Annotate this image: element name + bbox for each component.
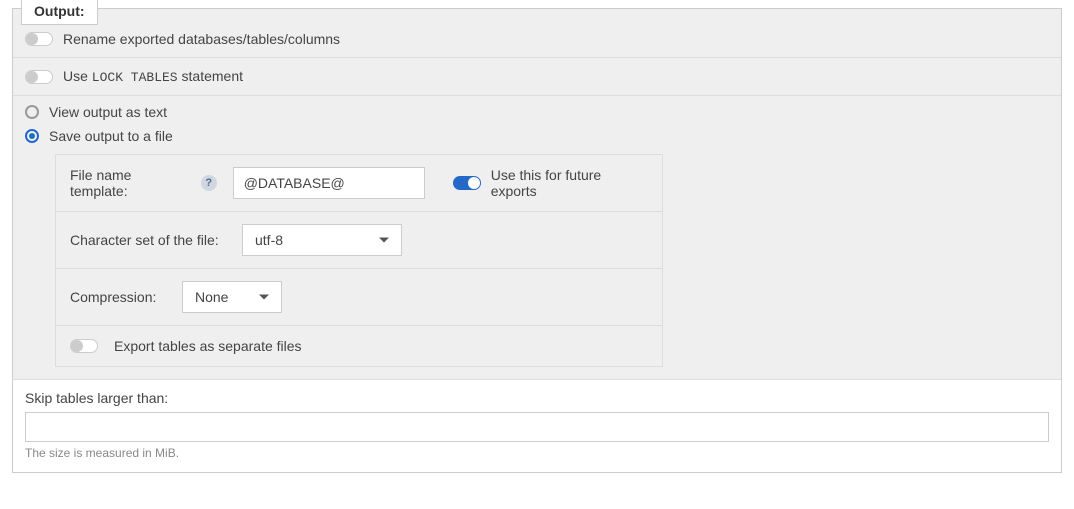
filename-template-label: File name template: bbox=[70, 167, 191, 199]
charset-select[interactable]: utf-8 bbox=[242, 224, 402, 256]
charset-label: Character set of the file: bbox=[70, 232, 226, 248]
row-filename-template: File name template: ? Use this for futur… bbox=[56, 155, 662, 211]
row-lock-tables: Use LOCK TABLES statement bbox=[13, 58, 1061, 96]
output-fieldset: Output: Rename exported databases/tables… bbox=[12, 8, 1062, 473]
future-exports-label: Use this for future exports bbox=[491, 167, 648, 199]
skip-size-input[interactable] bbox=[25, 412, 1049, 442]
skip-hint: The size is measured in MiB. bbox=[25, 446, 1049, 460]
save-to-file-label: Save output to a file bbox=[49, 128, 173, 144]
filename-template-input[interactable] bbox=[233, 167, 425, 199]
skip-section: Skip tables larger than: The size is mea… bbox=[13, 379, 1061, 472]
row-compression: Compression: None bbox=[56, 268, 662, 325]
lock-tables-label: Use LOCK TABLES statement bbox=[63, 68, 243, 85]
fieldset-legend: Output: bbox=[21, 0, 98, 25]
rename-label: Rename exported databases/tables/columns bbox=[63, 31, 340, 47]
chevron-down-icon bbox=[379, 238, 389, 243]
compression-label: Compression: bbox=[70, 289, 166, 305]
save-to-file-radio[interactable] bbox=[25, 129, 39, 143]
row-charset: Character set of the file: utf-8 bbox=[56, 211, 662, 268]
rename-toggle[interactable] bbox=[25, 32, 53, 46]
view-as-text-label: View output as text bbox=[49, 104, 167, 120]
row-rename: Rename exported databases/tables/columns bbox=[13, 21, 1061, 58]
row-save-to-file: Save output to a file bbox=[13, 124, 1061, 154]
lock-tables-toggle[interactable] bbox=[25, 70, 53, 84]
compression-select[interactable]: None bbox=[182, 281, 282, 313]
export-separate-toggle[interactable] bbox=[70, 339, 98, 353]
help-icon[interactable]: ? bbox=[201, 175, 217, 191]
output-mode-section: View output as text Save output to a fil… bbox=[13, 96, 1061, 367]
view-as-text-radio[interactable] bbox=[25, 105, 39, 119]
charset-value: utf-8 bbox=[255, 232, 283, 248]
export-separate-label: Export tables as separate files bbox=[114, 338, 302, 354]
skip-label: Skip tables larger than: bbox=[25, 390, 1049, 406]
lock-tables-code: LOCK TABLES bbox=[92, 70, 178, 85]
save-file-panel: File name template: ? Use this for futur… bbox=[55, 154, 663, 367]
row-export-separate: Export tables as separate files bbox=[56, 325, 662, 366]
future-exports-toggle[interactable] bbox=[453, 176, 481, 190]
compression-value: None bbox=[195, 289, 228, 305]
chevron-down-icon bbox=[259, 295, 269, 300]
row-view-as-text: View output as text bbox=[13, 96, 1061, 124]
